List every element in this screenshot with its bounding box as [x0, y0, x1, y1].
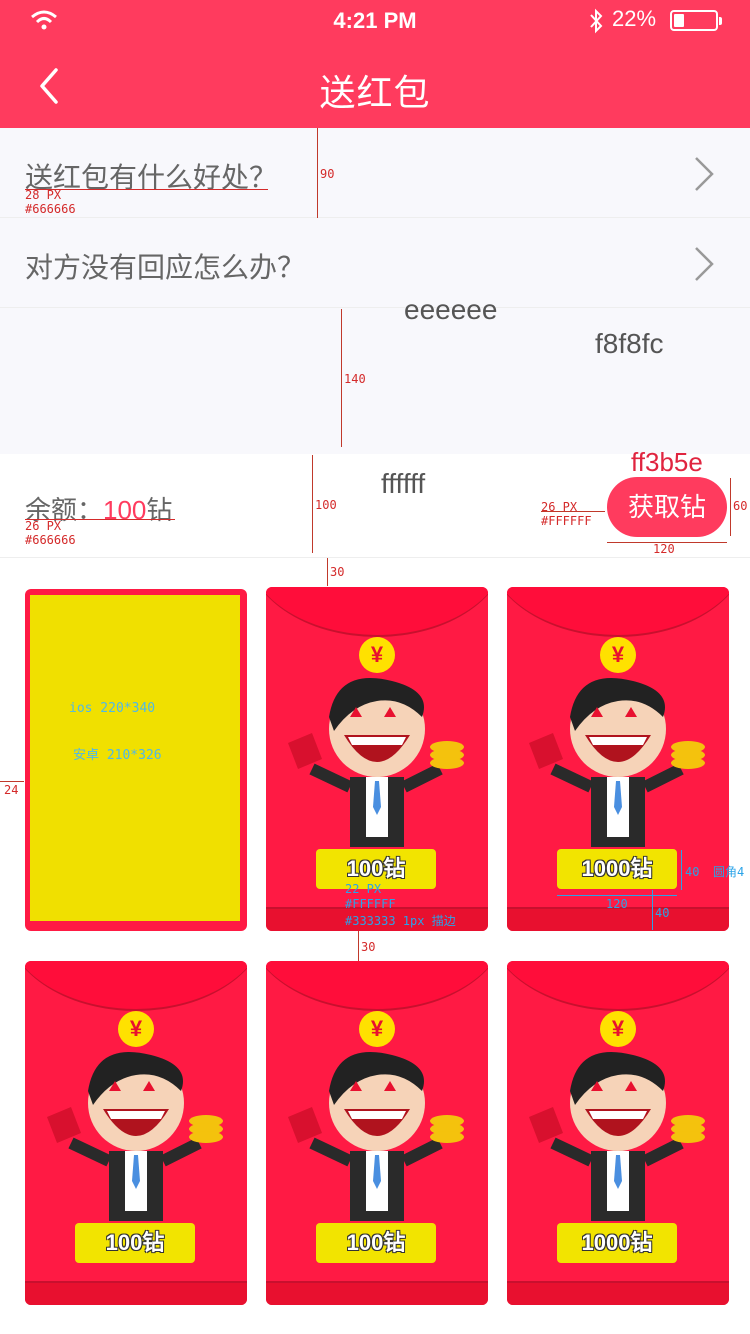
- envelope-card[interactable]: ¥ 100钻: [266, 961, 488, 1305]
- spec-line: [557, 895, 677, 896]
- battery-percent: 22%: [612, 6, 657, 31]
- cartoon-man-icon: [288, 1051, 464, 1221]
- spec-underline: [25, 189, 268, 190]
- spec-btn-color: #FFFFFF: [541, 514, 592, 528]
- envelope-card[interactable]: ¥ 1000钻: [507, 961, 729, 1305]
- spec-faq-size: 28 PX: [25, 188, 62, 202]
- faq-list: 送红包有什么好处？ 对方没有回应怎么办？: [0, 128, 750, 308]
- spec-btn-width: 120: [653, 542, 675, 556]
- spec-line: [327, 558, 328, 586]
- nav-bar: 送红包: [0, 44, 750, 128]
- spec-side-margin: 24: [4, 783, 19, 797]
- placeholder-android-size: 安卓 210*326: [73, 748, 162, 763]
- faq-label: 对方没有回应怎么办？: [25, 252, 306, 283]
- envelope-amount: 1000钻: [557, 1223, 677, 1263]
- spec-line: [652, 890, 653, 930]
- spec-balance-row-height: 100: [315, 498, 337, 512]
- spec-line: [317, 128, 318, 218]
- faq-item-no-response[interactable]: 对方没有回应怎么办？: [0, 218, 750, 308]
- spec-tag-bottom: 40: [655, 906, 670, 920]
- cartoon-man-icon: [288, 677, 464, 847]
- spec-amount-stroke: #333333 1px 描边: [345, 914, 456, 928]
- spec-btn-height: 60: [733, 499, 748, 513]
- envelope-card[interactable]: ¥ 1000钻: [507, 587, 729, 931]
- cartoon-man-icon: [529, 1051, 705, 1221]
- spec-line: [358, 931, 359, 961]
- spec-grid-top-gap: 30: [330, 565, 345, 579]
- placeholder-ios-size: ios 220*340: [69, 701, 156, 716]
- header: 4:21 PM 22% 送红包: [0, 0, 750, 128]
- spec-color-white: ffffff: [381, 468, 426, 499]
- spec-tag-height: 40: [685, 865, 700, 879]
- envelope-card[interactable]: ¥ 100钻: [25, 961, 247, 1305]
- envelope-card[interactable]: ¥ 100钻: [266, 587, 488, 931]
- envelope-amount: 1000钻: [557, 849, 677, 889]
- spec-gap-height: 140: [344, 372, 366, 386]
- spec-amount-size: 22 PX: [345, 882, 382, 896]
- yen-coin-icon: ¥: [600, 637, 636, 673]
- cartoon-man-icon: [47, 1051, 223, 1221]
- bluetooth-icon: [588, 8, 604, 39]
- spec-btn-size: 26 PX: [541, 500, 578, 514]
- yen-coin-icon: ¥: [359, 637, 395, 673]
- spec-line: [681, 850, 682, 890]
- chevron-right-icon: [695, 157, 714, 191]
- battery-icon: [670, 10, 722, 31]
- yen-coin-icon: ¥: [118, 1011, 154, 1047]
- spec-line: [312, 455, 313, 553]
- spec-color-background: f8f8fc: [595, 328, 664, 359]
- yen-coin-icon: ¥: [359, 1011, 395, 1047]
- spec-color-accent: ff3b5e: [631, 447, 703, 477]
- spec-line: [341, 309, 342, 447]
- status-bar: 4:21 PM 22%: [0, 0, 750, 44]
- spec-line: [0, 781, 24, 782]
- spec-tag-width: 120: [606, 897, 628, 911]
- spec-tag-radius: 圆角4: [713, 865, 745, 879]
- faq-label: 送红包有什么好处？: [25, 162, 278, 193]
- balance-unit: 钻: [146, 495, 173, 525]
- page-title: 送红包: [319, 72, 431, 113]
- envelope-amount: 100钻: [75, 1223, 195, 1263]
- spec-balance-color: #666666: [25, 533, 76, 547]
- faq-item-benefits[interactable]: 送红包有什么好处？: [0, 128, 750, 218]
- spec-row-gap: 30: [361, 940, 376, 954]
- spec-faq-height: 90: [320, 167, 335, 181]
- spec-faq-color: #666666: [25, 202, 76, 216]
- cartoon-man-icon: [529, 677, 705, 847]
- chevron-right-icon: [695, 247, 714, 281]
- yen-coin-icon: ¥: [600, 1011, 636, 1047]
- envelope-placeholder: ios 220*340 安卓 210*326: [25, 589, 247, 931]
- spec-balance-size: 26 PX: [25, 519, 62, 533]
- spec-color-divider: eeeeee: [404, 294, 498, 325]
- spec-line: [730, 478, 731, 536]
- envelope-amount: 100钻: [316, 1223, 436, 1263]
- balance-amount: 100: [103, 495, 147, 525]
- spec-amount-color: #FFFFFF: [345, 897, 396, 911]
- get-diamonds-button[interactable]: 获取钻: [607, 477, 727, 537]
